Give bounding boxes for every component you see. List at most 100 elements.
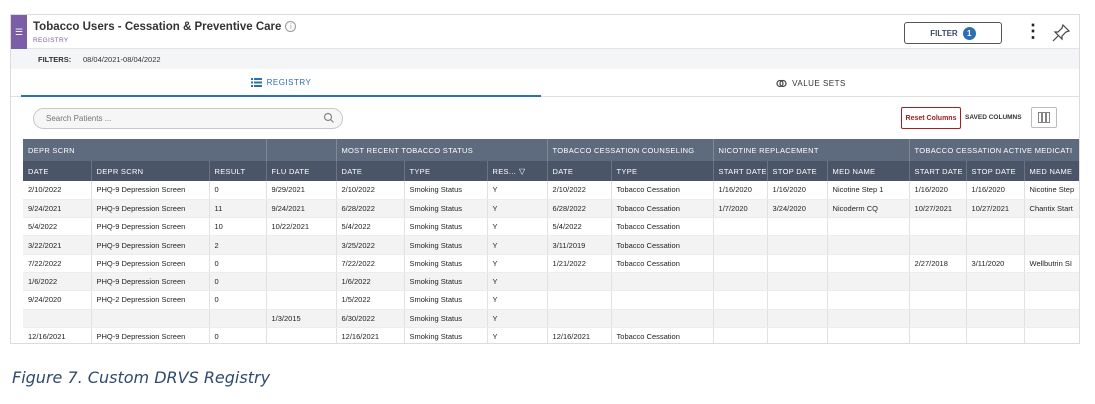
registry-grid: DEPR SCRN MOST RECENT TOBACCO STATUS TOBAC… xyxy=(23,139,1079,343)
columns-icon[interactable] xyxy=(1031,107,1057,128)
table-cell xyxy=(827,272,910,292)
column-header[interactable]: START DATE xyxy=(909,161,967,181)
tab-value-sets-label: VALUE SETS xyxy=(792,78,846,88)
column-group-header: NICOTINE REPLACEMENT xyxy=(713,139,910,161)
table-cell xyxy=(909,309,967,328)
column-header[interactable]: TYPE xyxy=(404,161,488,181)
column-header[interactable]: STOP DATE xyxy=(966,161,1025,181)
column-header[interactable]: MED NAME xyxy=(1024,161,1079,181)
table-cell: 5/4/2022 xyxy=(23,217,92,237)
table-cell xyxy=(547,290,612,310)
column-header[interactable]: RESULT xyxy=(209,161,267,181)
table-cell xyxy=(611,272,714,292)
pin-icon[interactable] xyxy=(1051,23,1071,43)
table-cell: 12/16/2021 xyxy=(547,327,612,343)
table-cell: Tobacco Cessation xyxy=(611,235,714,255)
table-cell xyxy=(266,290,337,310)
table-cell xyxy=(767,272,828,292)
vertical-dots-icon[interactable]: ⋮ xyxy=(1024,21,1042,43)
info-icon[interactable]: i xyxy=(285,21,297,32)
search-patients-input[interactable] xyxy=(33,108,343,129)
table-cell xyxy=(767,327,828,343)
table-cell xyxy=(966,290,1025,310)
table-cell: Y xyxy=(487,254,548,273)
column-header[interactable]: FLU DATE xyxy=(266,161,337,181)
table-cell: 3/24/2020 xyxy=(767,199,828,219)
table-cell: PHQ-9 Depression Screen xyxy=(91,272,210,292)
column-chooser-icon xyxy=(1038,112,1050,123)
column-header-label: START DATE xyxy=(914,166,963,176)
table-cell: 1/6/2022 xyxy=(23,272,92,292)
table-cell: 10/27/2021 xyxy=(909,199,967,219)
table-cell xyxy=(767,235,828,255)
column-group-header xyxy=(266,139,337,161)
column-filter-icon[interactable]: ▽ xyxy=(519,167,525,176)
search-icon[interactable] xyxy=(323,112,335,124)
table-cell: 11 xyxy=(209,199,267,219)
column-header-label: MED NAME xyxy=(1029,166,1073,176)
table-cell: Y xyxy=(487,290,548,310)
column-header[interactable]: DATE xyxy=(336,161,405,181)
table-cell: PHQ-9 Depression Screen xyxy=(91,254,210,273)
table-cell: 1/16/2020 xyxy=(767,181,828,200)
table-row[interactable]: 7/22/2022 PHQ-9 Depression Screen 0 7/22/20… xyxy=(23,254,1079,273)
table-cell: 12/16/2021 xyxy=(336,327,405,343)
table-cell xyxy=(1024,290,1079,310)
column-header[interactable]: DATE xyxy=(547,161,612,181)
table-row[interactable]: 1/3/2015 6/30/2022 Smoking Status Y xyxy=(23,309,1079,328)
table-cell xyxy=(547,309,612,328)
table-row[interactable]: 1/6/2022 PHQ-9 Depression Screen 0 1/6/2022… xyxy=(23,272,1079,292)
table-cell: Smoking Status xyxy=(404,327,488,343)
filter-button[interactable]: FILTER 1 xyxy=(904,22,1002,44)
column-header[interactable]: DEPR SCRN xyxy=(91,161,210,181)
column-header[interactable]: START DATE xyxy=(713,161,768,181)
table-cell: Tobacco Cessation xyxy=(611,327,714,343)
table-row[interactable]: 3/22/2021 PHQ-9 Depression Screen 2 3/25/20… xyxy=(23,235,1079,255)
table-cell xyxy=(966,272,1025,292)
column-header-label: TYPE xyxy=(409,166,431,176)
table-cell: Y xyxy=(487,272,548,292)
menu-icon[interactable]: ☰ xyxy=(11,15,27,49)
table-cell: 9/24/2021 xyxy=(266,199,337,219)
column-header[interactable]: RES... ▽ xyxy=(487,161,548,181)
table-cell: Tobacco Cessation xyxy=(611,217,714,237)
table-row[interactable]: 9/24/2021 PHQ-9 Depression Screen 11 9/24/2… xyxy=(23,199,1079,219)
table-cell: Nicoderm CQ xyxy=(827,199,910,219)
table-cell: 3/25/2022 xyxy=(336,235,405,255)
table-cell: Smoking Status xyxy=(404,181,488,200)
tab-value-sets[interactable]: VALUE SETS xyxy=(541,69,1079,97)
table-cell: 9/29/2021 xyxy=(266,181,337,200)
table-cell xyxy=(767,254,828,273)
table-cell: 2/10/2022 xyxy=(336,181,405,200)
table-cell: 10/27/2021 xyxy=(966,199,1025,219)
table-row[interactable]: 2/10/2022 PHQ-9 Depression Screen 0 9/29/20… xyxy=(23,181,1079,200)
column-header[interactable]: MED NAME xyxy=(827,161,910,181)
table-cell xyxy=(713,272,768,292)
column-header[interactable]: STOP DATE xyxy=(767,161,828,181)
page-title: Tobacco Users - Cessation & Preventive C… xyxy=(33,21,297,33)
column-header-label: MED NAME xyxy=(832,166,876,176)
saved-columns-button[interactable]: SAVED COLUMNS xyxy=(965,114,1022,121)
table-cell: Tobacco Cessation xyxy=(611,181,714,200)
table-cell: 5/4/2022 xyxy=(336,217,405,237)
table-cell xyxy=(909,327,967,343)
column-header[interactable]: DATE xyxy=(23,161,92,181)
table-cell: Chantix Start xyxy=(1024,199,1079,219)
reset-columns-button[interactable]: Reset Columns xyxy=(901,107,961,129)
table-cell: 2/10/2022 xyxy=(23,181,92,200)
tab-registry[interactable]: REGISTRY xyxy=(21,69,541,97)
registry-app: ☰ Tobacco Users - Cessation & Preventive… xyxy=(10,14,1080,344)
table-cell: 2/27/2018 xyxy=(909,254,967,273)
column-group-header: DEPR SCRN xyxy=(23,139,267,161)
table-row[interactable]: 9/24/2020 PHQ-2 Depression Screen 0 1/5/202… xyxy=(23,290,1079,310)
table-row[interactable]: 5/4/2022 PHQ-9 Depression Screen 10 10/22/2… xyxy=(23,217,1079,237)
table-cell: 2/10/2022 xyxy=(547,181,612,200)
table-cell: Nicotine Step xyxy=(1024,181,1079,200)
table-cell xyxy=(909,290,967,310)
table-cell xyxy=(91,309,210,328)
table-cell xyxy=(827,327,910,343)
table-cell xyxy=(713,235,768,255)
table-cell: 7/22/2022 xyxy=(336,254,405,273)
table-row[interactable]: 12/16/2021 PHQ-9 Depression Screen 0 12/16/… xyxy=(23,327,1079,343)
column-header[interactable]: TYPE xyxy=(611,161,714,181)
